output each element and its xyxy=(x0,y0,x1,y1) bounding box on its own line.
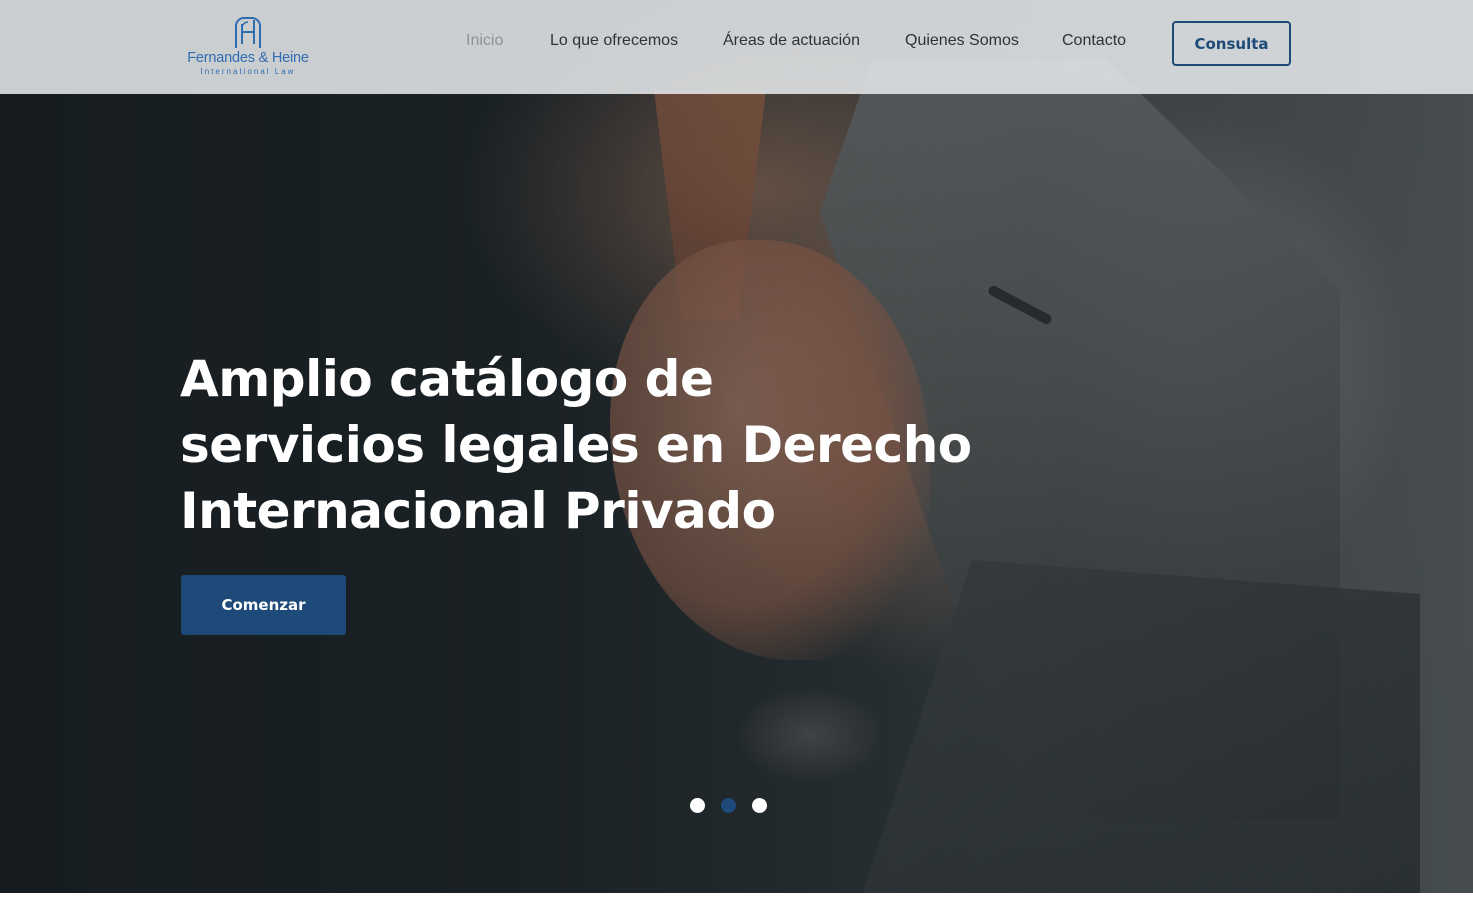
nav-item-quienes-somos[interactable]: Quienes Somos xyxy=(905,32,1019,54)
slider-dots xyxy=(690,798,767,813)
slider-dot-2[interactable] xyxy=(721,798,736,813)
brand-logo[interactable]: Fernandes & Heine International Law xyxy=(186,12,310,78)
comenzar-button[interactable]: Comenzar xyxy=(181,575,346,635)
brand-tagline: International Law xyxy=(200,67,296,76)
hero-headline-line-3: Internacional Privado xyxy=(180,482,776,540)
hero-section: Amplio catálogo de servicios legales en … xyxy=(0,0,1473,893)
nav-item-inicio[interactable]: Inicio xyxy=(466,32,503,54)
hero-headline-line-2: servicios legales en Derecho xyxy=(180,416,972,474)
slider-dot-3[interactable] xyxy=(752,798,767,813)
brand-name: Fernandes & Heine xyxy=(187,50,309,66)
slider-dot-1[interactable] xyxy=(690,798,705,813)
hero-headline: Amplio catálogo de servicios legales en … xyxy=(180,346,1080,544)
site-header: Fernandes & Heine International Law Inic… xyxy=(0,0,1473,94)
nav-item-areas-de-actuacion[interactable]: Áreas de actuación xyxy=(723,32,860,54)
nav-item-lo-que-ofrecemos[interactable]: Lo que ofrecemos xyxy=(550,32,678,54)
hero-headline-line-1: Amplio catálogo de xyxy=(180,350,714,408)
consulta-button[interactable]: Consulta xyxy=(1172,21,1291,66)
fh-monogram-icon xyxy=(235,17,261,48)
nav-item-contacto[interactable]: Contacto xyxy=(1062,32,1126,54)
